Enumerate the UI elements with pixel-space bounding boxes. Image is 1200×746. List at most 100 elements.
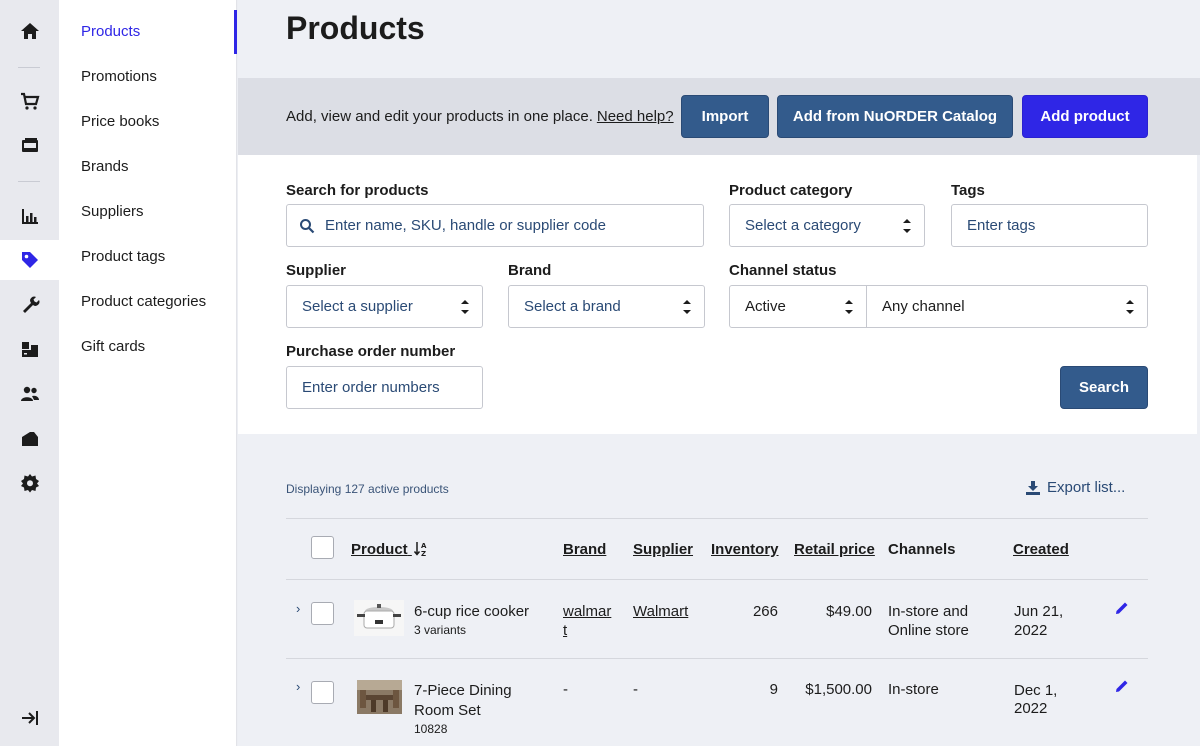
product-name-line2[interactable]: Room Set [414, 701, 481, 720]
brand-link-line2[interactable]: t [563, 621, 567, 640]
row-checkbox[interactable] [311, 681, 334, 704]
th-product[interactable]: Product AZ [351, 541, 428, 558]
po-number-input[interactable]: Enter order numbers [286, 366, 483, 409]
need-help-link[interactable]: Need help? [597, 108, 674, 125]
subnav-product-categories[interactable]: Product categories [81, 292, 206, 312]
supplier-select[interactable]: Select a supplier [286, 285, 483, 328]
channel-status-value: Active [745, 298, 786, 315]
inventory-count: 266 [752, 603, 778, 620]
table-divider [286, 518, 1148, 519]
subnav-promotions[interactable]: Promotions [81, 67, 157, 87]
th-supplier[interactable]: Supplier [633, 541, 693, 558]
subnav-price-books[interactable]: Price books [81, 112, 159, 132]
po-number-label: Purchase order number [286, 343, 456, 360]
sort-az-icon: AZ [413, 542, 427, 558]
subnav-brands[interactable]: Brands [81, 157, 129, 177]
banner-description: Add, view and edit your products in one … [286, 108, 593, 125]
inventory-count: 9 [769, 681, 778, 698]
th-brand[interactable]: Brand [563, 541, 606, 558]
search-label: Search for products [286, 182, 429, 199]
product-name[interactable]: 6-cup rice cooker [414, 602, 529, 621]
main-content: Products Add, view and edit your product… [238, 0, 1200, 746]
results-count: Displaying 127 active products [286, 482, 449, 496]
register-icon[interactable] [0, 126, 59, 166]
banner-text: Add, view and edit your products in one … [286, 108, 674, 125]
brand-label: Brand [508, 262, 552, 279]
tags-label: Tags [951, 182, 985, 199]
supplier-select-value: Select a supplier [302, 298, 413, 315]
created-line1: Jun 21, [1014, 603, 1064, 620]
th-created[interactable]: Created [1013, 541, 1069, 558]
customers-icon[interactable] [0, 374, 59, 414]
created-line2: 2022 [1014, 622, 1048, 639]
supplier-link[interactable]: Walmart [633, 602, 688, 621]
cart-icon[interactable] [0, 81, 59, 121]
subnav-suppliers[interactable]: Suppliers [81, 202, 144, 222]
row-divider [286, 579, 1148, 580]
category-select-value: Select a category [745, 217, 861, 234]
search-placeholder: Enter name, SKU, handle or supplier code [325, 217, 606, 234]
icon-rail [0, 0, 59, 746]
brand-link-line1[interactable]: walmar [563, 602, 611, 621]
subnav-products[interactable]: Products [81, 22, 140, 42]
channel-select-value: Any channel [882, 298, 965, 315]
rice-cooker-thumbnail [354, 600, 404, 636]
search-button[interactable]: Search [1060, 366, 1148, 409]
th-inventory[interactable]: Inventory [711, 541, 779, 558]
product-name-line1[interactable]: 7-Piece Dining [414, 681, 512, 700]
filter-panel: Search for products Enter name, SKU, han… [238, 155, 1197, 434]
brand-empty: - [563, 681, 568, 698]
expand-row-icon[interactable]: › [296, 601, 300, 616]
channel-status-select[interactable]: Active [729, 285, 867, 328]
th-product-label: Product [351, 541, 408, 558]
product-sku: 10828 [414, 722, 448, 736]
supplier-label: Supplier [286, 262, 347, 279]
brand-select[interactable]: Select a brand [508, 285, 705, 328]
tags-input[interactable]: Enter tags [951, 204, 1148, 247]
select-arrows-icon [461, 300, 469, 314]
select-arrows-icon [1126, 300, 1134, 314]
import-button[interactable]: Import [681, 95, 769, 138]
row-checkbox[interactable] [311, 602, 334, 625]
search-input[interactable]: Enter name, SKU, handle or supplier code [286, 204, 704, 247]
home-icon[interactable] [0, 11, 59, 51]
retail-price: $1,500.00 [805, 681, 872, 698]
channels: In-store [888, 681, 939, 698]
active-indicator [234, 10, 237, 54]
svg-text:A: A [421, 542, 427, 550]
action-banner: Add, view and edit your products in one … [238, 78, 1200, 155]
reports-icon[interactable] [0, 196, 59, 236]
select-arrows-icon [683, 300, 691, 314]
add-from-catalog-button[interactable]: Add from NuORDER Catalog [777, 95, 1013, 138]
boxes-icon[interactable] [0, 329, 59, 369]
th-retail-price[interactable]: Retail price [794, 541, 875, 558]
svg-text:Z: Z [421, 550, 426, 557]
brand-select-value: Select a brand [524, 298, 621, 315]
download-icon [1026, 480, 1040, 495]
export-list-button[interactable]: Export list... [1026, 479, 1125, 496]
channel-select[interactable]: Any channel [866, 285, 1148, 328]
wrench-icon[interactable] [0, 284, 59, 324]
add-product-button[interactable]: Add product [1022, 95, 1148, 138]
expand-row-icon[interactable]: › [296, 679, 300, 694]
select-arrows-icon [903, 219, 911, 233]
folder-icon[interactable] [0, 419, 59, 459]
page-title: Products [286, 10, 425, 46]
category-select[interactable]: Select a category [729, 204, 925, 247]
select-all-checkbox[interactable] [311, 536, 334, 559]
subnav-gift-cards[interactable]: Gift cards [81, 337, 145, 357]
edit-pencil-icon[interactable] [1115, 679, 1129, 693]
collapse-icon[interactable] [0, 698, 59, 738]
channels-line2: Online store [888, 622, 969, 639]
th-channels: Channels [888, 541, 956, 558]
tag-icon[interactable] [0, 240, 59, 280]
product-variants: 3 variants [414, 623, 467, 637]
sub-navigation: Products Promotions Price books Brands S… [59, 0, 237, 746]
subnav-product-tags[interactable]: Product tags [81, 247, 165, 267]
gear-icon[interactable] [0, 463, 59, 503]
created-line1: Dec 1, [1014, 682, 1058, 699]
po-number-placeholder: Enter order numbers [302, 379, 440, 396]
dining-set-thumbnail [357, 680, 402, 714]
edit-pencil-icon[interactable] [1115, 601, 1129, 615]
created-line2: 2022 [1014, 700, 1048, 717]
